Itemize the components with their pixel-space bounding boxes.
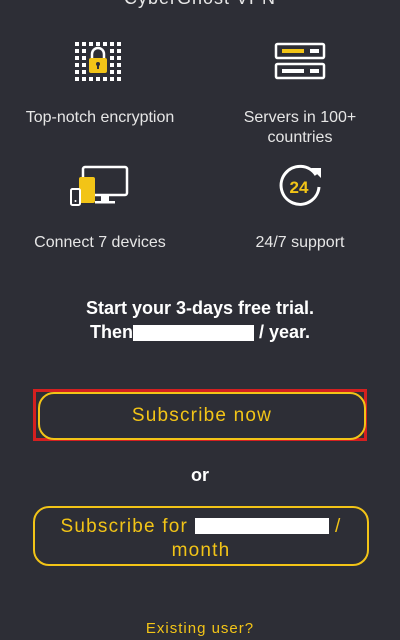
trial-per-year: / year. [253, 322, 311, 342]
feature-encryption: Top-notch encryption [0, 40, 200, 140]
feature-devices: Connect 7 devices [0, 165, 200, 265]
feature-support: 24 24/7 support [200, 160, 400, 265]
trial-line-2: Then / year. [0, 320, 400, 344]
subscribe-monthly-slash: / [328, 515, 342, 537]
app-title: CyberGhost VPN [0, 0, 400, 9]
subscribe-monthly-line-2: month [171, 539, 231, 561]
redacted-price-monthly [194, 518, 329, 535]
trial-line-1: Start your 3-days free trial. [85, 298, 315, 318]
feature-label: Connect 7 devices [34, 234, 166, 251]
existing-user-link[interactable]: Existing user? [0, 620, 400, 637]
trial-then: Then [89, 322, 133, 342]
or-divider: or [191, 465, 209, 485]
support-24-icon: 24 [279, 164, 321, 206]
subscribe-monthly-line-1: Subscribe for / [35, 515, 367, 539]
servers-icon [274, 42, 326, 80]
support-24-icon-text: 24 [290, 178, 309, 197]
subscribe-now-button[interactable]: Subscribe now [38, 392, 366, 440]
redacted-price-yearly [132, 325, 254, 342]
padlock-grid-icon [75, 42, 121, 81]
trial-info: Start your 3-days free trial. Then / yea… [0, 296, 400, 344]
feature-label-line2: countries [267, 129, 333, 146]
feature-label-line1: Servers in 100+ [243, 109, 357, 126]
feature-label: 24/7 support [255, 234, 345, 251]
feature-servers: Servers in 100+ countries [200, 40, 400, 150]
subscribe-for-label: Subscribe for [60, 515, 189, 537]
devices-icon [70, 165, 129, 206]
subscribe-monthly-button[interactable]: Subscribe for / month [33, 506, 369, 566]
feature-label: Top-notch encryption [25, 109, 175, 126]
